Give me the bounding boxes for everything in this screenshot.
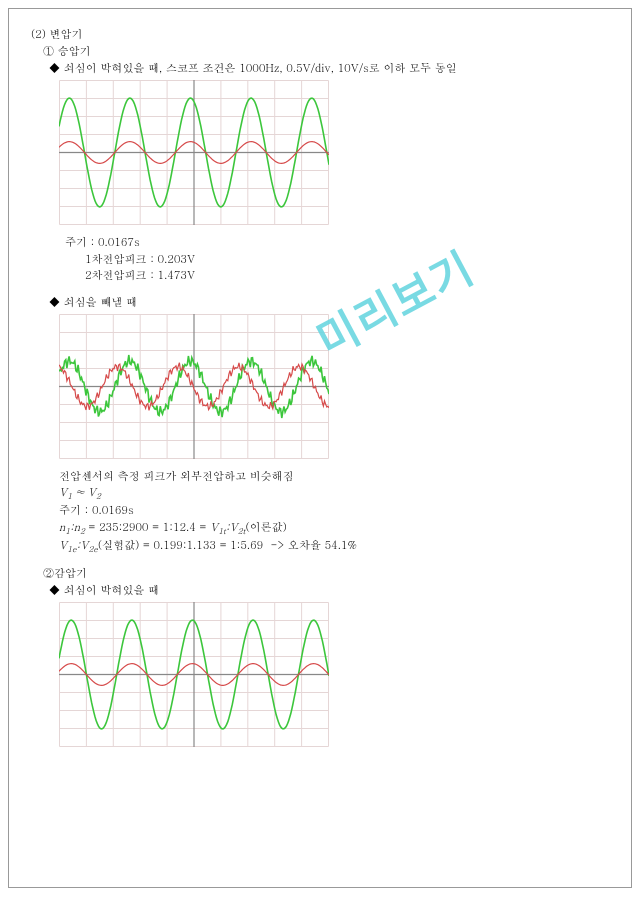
oscilloscope-chart-core-out	[59, 314, 329, 459]
v1-approx-v2: V1 ≈ V2	[59, 485, 609, 503]
observation-text: 전압센서의 측정 피크가 외부전압하고 비슷해짐	[59, 469, 609, 486]
primary-peak-value: 1차전압피크 : 0.203V	[85, 252, 609, 269]
values-block-2: 전압센서의 측정 피크가 외부전압하고 비슷해짐 V1 ≈ V2 주기 : 0.…	[59, 469, 609, 557]
bullet-core-removed: ◆ 쇠심을 빼낼 때	[49, 295, 609, 310]
values-block-1: 주기 : 0.0167s 1차전압피크 : 0.203V 2차전압피크 : 1.…	[65, 235, 609, 285]
chart-1-container	[59, 80, 609, 229]
period-value-2: 주기 : 0.0169s	[59, 503, 609, 520]
turns-ratio-experiment: V1e:V2e(실험값) = 0.199:1.133 = 1:5.69 -> 오…	[59, 538, 609, 556]
bullet-stepdown-core-in: ◆ 쇠심이 박혀있을 때	[49, 583, 609, 598]
subsection-1-title: ① 승압기	[43, 44, 609, 59]
document-page: 미리보기 (2) 변압기 ① 승압기 ◆ 쇠심이 박혀있을 때, 스코프 조건은…	[8, 8, 632, 888]
subsection-2-title: ②감압기	[43, 566, 609, 581]
oscilloscope-chart-core-in	[59, 80, 329, 225]
period-value: 주기 : 0.0167s	[65, 235, 609, 252]
chart-2-container	[59, 314, 609, 463]
turns-ratio-theory: n1:n2 = 235:2900 = 1:12.4 = V1t:V2t(이론값)	[59, 520, 609, 538]
secondary-peak-value: 2차전압피크 : 1.473V	[85, 268, 609, 285]
bullet-scope-conditions: ◆ 쇠심이 박혀있을 때, 스코프 조건은 1000Hz, 0.5V/div, …	[49, 61, 609, 76]
oscilloscope-chart-stepdown	[59, 602, 329, 747]
section-title: (2) 변압기	[31, 27, 609, 42]
chart-3-container	[59, 602, 609, 751]
